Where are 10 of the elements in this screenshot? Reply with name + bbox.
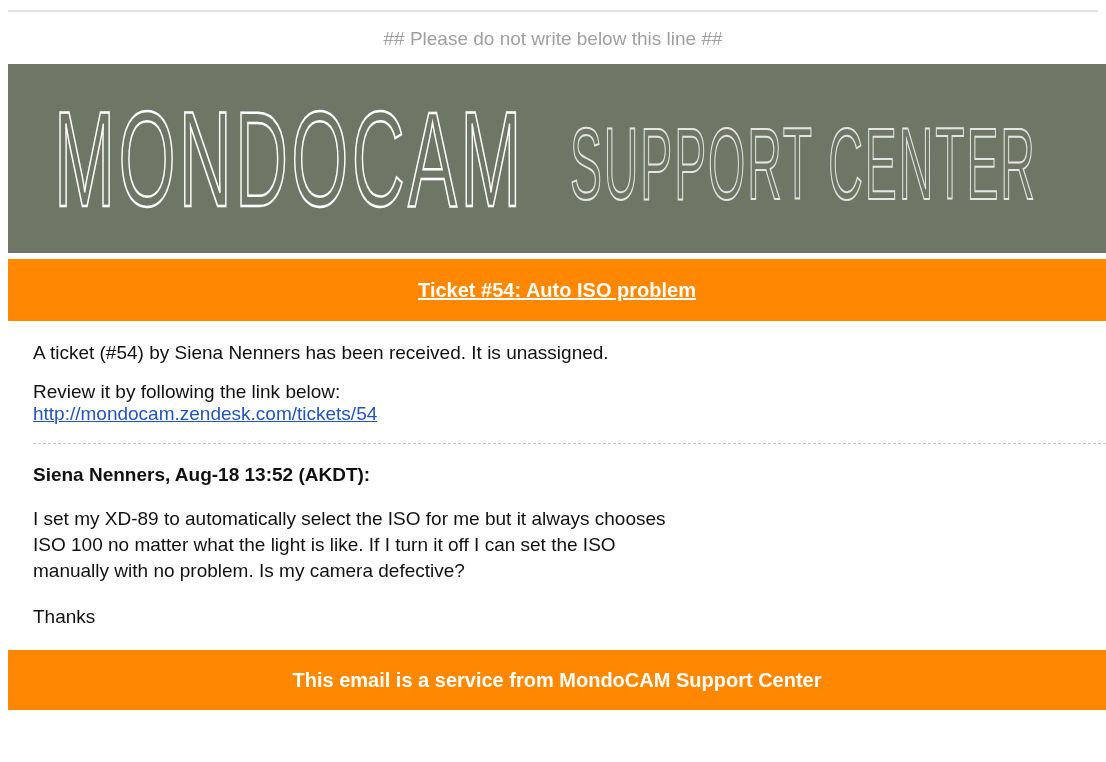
comment-text: I set my XD-89 to automatically select the ISO for me but it always chooses ISO 100 no matter what the light is like. If I turn it off I can set the ISO manually with no problem. Is my camera defective? [33,507,667,583]
comment-author: Siena Nenners, Aug-18 13:52 (AKDT): [33,464,372,486]
review-text: Review it by following the link below: [33,380,342,403]
footer-text: This email is a service from MondoCAM Support Center [292,668,822,692]
ticket-link[interactable]: http://mondocam.zendesk.com/tickets/54 [33,403,378,425]
signoff-text: Thanks [33,605,97,629]
brand-logo-text: MONDOCAM [54,90,525,227]
intro-text: A ticket (#54) by Siena Nenners has been received. It is unassigned. [33,341,610,364]
banner-subtitle: SUPPORT CENTER [570,112,1037,215]
notice-text: ## Please do not write below this line ## [382,27,724,51]
